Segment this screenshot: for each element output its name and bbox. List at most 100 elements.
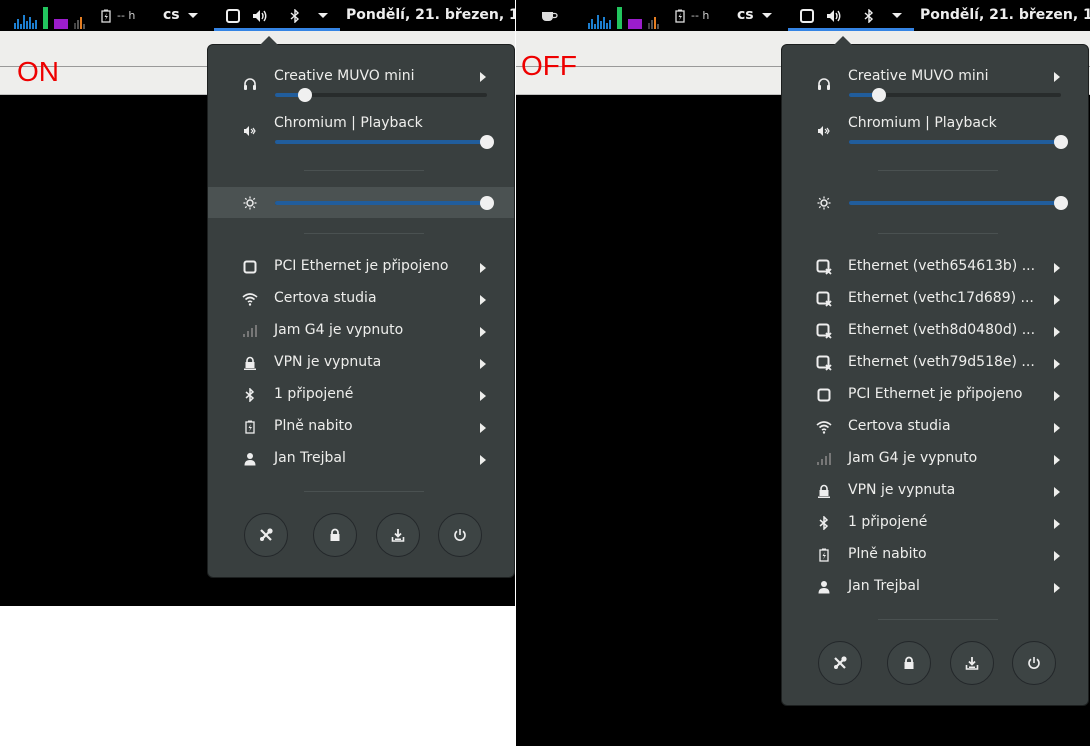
suspend-download-icon [965,656,979,670]
status-item-label: Jan Trejbal [848,578,920,594]
user-icon [816,579,832,595]
keyboard-layout-menu[interactable]: cs [737,0,772,31]
status-item-label: PCI Ethernet je připojeno [274,258,449,274]
chevron-right-icon [1054,583,1060,593]
battery-indicator[interactable]: -- h [675,0,709,31]
status-item-row[interactable]: VPN je vypnuta [208,347,514,379]
audio-output-volume-slider[interactable] [275,88,487,102]
separator [878,170,998,171]
brightness-sun-icon [816,195,832,211]
brightness-slider[interactable] [849,196,1068,210]
ethernet-disconnected-icon [816,323,832,339]
chevron-down-icon [318,13,328,18]
bluetooth-icon [864,8,874,23]
status-item-row[interactable]: VPN je vypnuta [782,475,1088,507]
bluetooth-icon [816,515,832,531]
separator [878,619,998,620]
status-item-label: Ethernet (vethc17d689) ... [848,290,1034,306]
separator [304,233,424,234]
slider-knob[interactable] [480,196,494,210]
power-button[interactable] [438,513,482,557]
status-item-row[interactable]: Plně nabito [208,411,514,443]
status-item-label: Ethernet (veth79d518e) ... [848,354,1035,370]
status-item-label: 1 připojené [274,386,354,402]
coffee-cup-icon[interactable] [540,0,558,31]
audio-app-volume-slider[interactable] [849,135,1068,149]
right-panel-off: OFF -- h cs Pondělí, 21. březen, 1:10 [516,0,1090,746]
clock[interactable]: Pondělí, 21. březen, 1:10 [346,0,515,31]
status-item-label: PCI Ethernet je připojeno [848,386,1023,402]
status-item-row[interactable]: Ethernet (veth8d0480d) ... [782,315,1088,347]
status-item-row[interactable]: Jan Trejbal [782,571,1088,603]
status-item-row[interactable]: Ethernet (vethc17d689) ... [782,283,1088,315]
chevron-right-icon [1054,359,1060,369]
brightness-slider[interactable] [275,196,494,210]
status-item-row[interactable]: Jam G4 je vypnuto [208,315,514,347]
status-item-label: Plně nabito [274,418,353,434]
slider-knob[interactable] [480,135,494,149]
status-item-label: Jam G4 je vypnuto [848,450,978,466]
slider-knob[interactable] [1054,135,1068,149]
status-item-row[interactable]: 1 připojené [208,379,514,411]
audio-app-label: Chromium | Playback [274,115,423,131]
status-item-label: Plně nabito [848,546,927,562]
user-icon [242,451,258,467]
status-item-row[interactable]: Plně nabito [782,539,1088,571]
vpn-lock-icon [242,355,258,371]
battery-icon [675,9,685,23]
status-item-row[interactable]: PCI Ethernet je připojeno [208,251,514,283]
chevron-down-icon [892,13,902,18]
status-item-row[interactable]: Jam G4 je vypnuto [782,443,1088,475]
separator [304,491,424,492]
clock[interactable]: Pondělí, 21. březen, 1:10 [920,0,1090,31]
system-monitor-graph [588,4,659,29]
power-icon [1027,656,1041,670]
settings-tools-icon [832,655,848,671]
ethernet-disconnected-icon [816,355,832,371]
chevron-right-icon [1054,455,1060,465]
suspend-download-button[interactable] [376,513,420,557]
status-item-row[interactable]: 1 připojené [782,507,1088,539]
chevron-right-icon [1054,263,1060,273]
audio-output-volume-slider[interactable] [849,88,1061,102]
chevron-right-icon [1054,423,1060,433]
status-item-label: 1 připojené [848,514,928,530]
audio-app-volume-slider[interactable] [275,135,494,149]
wifi-icon [242,291,258,307]
slider-knob[interactable] [297,88,312,102]
battery-indicator[interactable]: -- h [101,0,135,31]
status-item-row[interactable]: Jan Trejbal [208,443,514,475]
chevron-right-icon [1054,327,1060,337]
left-panel-on: ON -- h cs Pondělí, 21. březen, 1:10 [0,0,515,746]
chevron-right-icon [1054,487,1060,497]
headphones-icon [816,76,832,92]
system-tray[interactable] [214,3,340,31]
suspend-download-icon [391,528,405,542]
mode-label: OFF [521,50,577,81]
keyboard-layout-menu[interactable]: cs [163,0,198,31]
suspend-download-button[interactable] [950,641,994,685]
ethernet-icon [242,259,258,275]
bluetooth-icon [242,387,258,403]
slider-knob[interactable] [871,88,886,102]
status-item-row[interactable]: PCI Ethernet je připojeno [782,379,1088,411]
slider-knob[interactable] [1054,196,1068,210]
chevron-down-icon [187,13,198,18]
settings-tools-button[interactable] [244,513,288,557]
menu-arrow [834,36,852,45]
battery-time-text: -- h [691,9,710,22]
chevron-right-icon [1054,72,1060,82]
power-icon [453,528,467,542]
status-item-row[interactable]: Ethernet (veth79d518e) ... [782,347,1088,379]
headphones-icon [242,76,258,92]
lock-button[interactable] [313,513,357,557]
status-item-row[interactable]: Certova studia [208,283,514,315]
status-item-row[interactable]: Ethernet (veth654613b) ... [782,251,1088,283]
system-tray[interactable] [788,3,914,31]
chevron-right-icon [480,359,486,369]
status-item-row[interactable]: Certova studia [782,411,1088,443]
lock-button[interactable] [887,641,931,685]
power-button[interactable] [1012,641,1056,685]
settings-tools-button[interactable] [818,641,862,685]
battery-icon [816,547,832,563]
